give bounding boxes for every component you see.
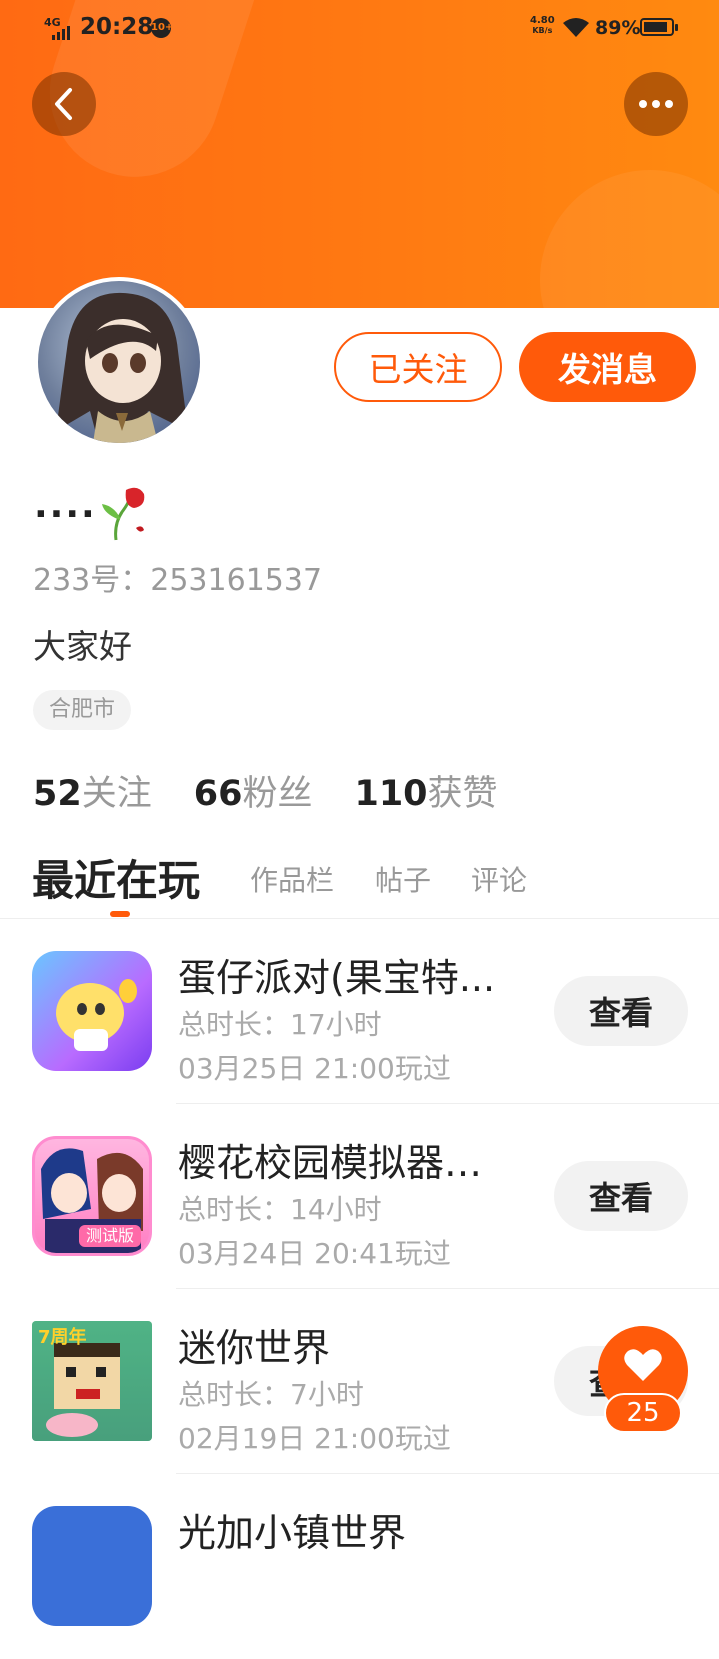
following-count: 52: [33, 774, 82, 814]
battery-icon: [640, 18, 678, 36]
game-badge-text: 7周年: [38, 1326, 87, 1348]
location-tag: 合肥市: [33, 690, 132, 730]
user-id: 233号：253161537: [33, 563, 323, 598]
stats-row: 52关注 66粉丝 110获赞: [33, 765, 498, 816]
status-time: 20:28: [80, 14, 154, 40]
game-last-played: 03月25日 21:00玩过: [178, 1052, 451, 1085]
signal-icon: [52, 26, 70, 40]
like-count: 25: [604, 1393, 682, 1433]
likes-stat[interactable]: 110获赞: [354, 765, 497, 816]
fans-label: 粉丝: [242, 774, 313, 814]
game-last-played: 02月19日 21:00玩过: [178, 1422, 451, 1455]
more-button[interactable]: [624, 72, 688, 136]
likes-label: 获赞: [427, 774, 498, 814]
followed-button[interactable]: 已关注: [334, 332, 502, 402]
speed-value: 4.80: [530, 15, 555, 26]
wifi-icon: [562, 16, 590, 42]
game-name: 樱花校园模拟器测...: [178, 1141, 518, 1185]
status-bar: 4G 20:28 10+ 4.80 KB/s 89%: [0, 0, 719, 56]
following-label: 关注: [81, 774, 152, 814]
list-item[interactable]: 测试版 樱花校园模拟器测... 总时长：14小时 03月24日 20:41玩过 …: [0, 1104, 719, 1289]
heart-icon: [624, 1349, 662, 1381]
speed-unit: KB/s: [532, 26, 553, 35]
avatar-image: [56, 292, 188, 443]
fans-stat[interactable]: 66粉丝: [194, 765, 313, 816]
notification-badge: 10+: [151, 18, 173, 38]
more-dots-icon: [639, 100, 673, 108]
view-button[interactable]: 查看: [554, 976, 688, 1046]
battery-percent: 89%: [595, 17, 641, 39]
view-button[interactable]: 查看: [554, 1161, 688, 1231]
tab-works[interactable]: 作品栏: [250, 859, 334, 899]
wilted-rose-icon: [96, 484, 150, 546]
list-item[interactable]: 光加小镇世界: [0, 1474, 719, 1659]
game-name: 蛋仔派对(果宝特...: [178, 956, 496, 1000]
game-name: 光加小镇世界: [178, 1511, 407, 1555]
network-speed: 4.80 KB/s: [530, 16, 555, 36]
active-tab-indicator: [110, 911, 130, 917]
fans-count: 66: [193, 774, 243, 814]
game-duration: 总时长：7小时: [178, 1378, 364, 1411]
game-last-played: 03月24日 20:41玩过: [178, 1237, 451, 1270]
tab-posts[interactable]: 帖子: [375, 859, 431, 899]
chevron-left-icon: [55, 88, 72, 120]
avatar[interactable]: [34, 277, 204, 447]
game-icon-eggy-party: [32, 951, 152, 1071]
tab-recently-played[interactable]: 最近在玩: [32, 847, 200, 908]
following-stat[interactable]: 52关注: [33, 765, 152, 816]
send-message-button[interactable]: 发消息: [519, 332, 696, 402]
bio: 大家好: [33, 627, 132, 666]
list-item[interactable]: 蛋仔派对(果宝特... 总时长：17小时 03月25日 21:00玩过 查看: [0, 919, 719, 1104]
likes-count: 110: [354, 774, 428, 814]
game-badge-text: 测试版: [86, 1226, 134, 1245]
game-icon-partial: [32, 1506, 152, 1626]
game-icon-sakura-school: 测试版: [32, 1136, 152, 1256]
game-duration: 总时长：14小时: [178, 1193, 382, 1226]
profile-tabs: 最近在玩 作品栏 帖子 评论: [32, 845, 682, 905]
game-duration: 总时长：17小时: [178, 1008, 382, 1041]
game-icon-mini-world: 7周年: [32, 1321, 152, 1441]
game-name: 迷你世界: [178, 1326, 331, 1370]
tab-comments[interactable]: 评论: [471, 859, 527, 899]
back-button[interactable]: [32, 72, 96, 136]
nickname: ....: [34, 485, 97, 526]
